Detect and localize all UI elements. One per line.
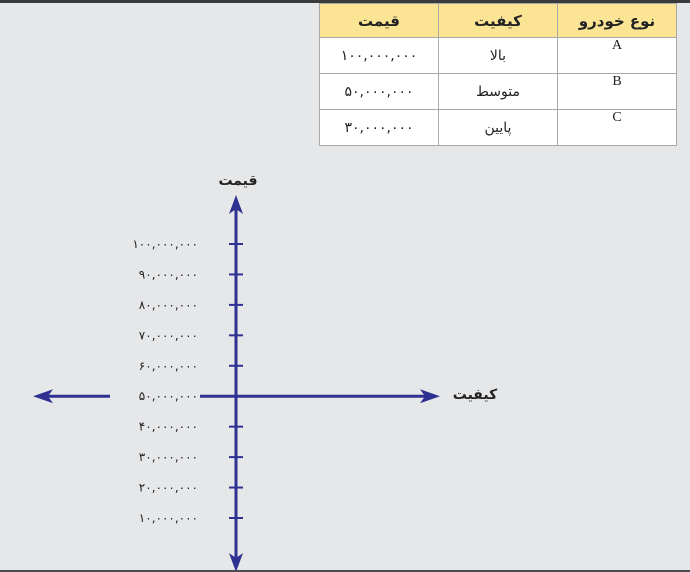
y-tick-label: ۷۰,۰۰۰,۰۰۰ — [139, 328, 198, 342]
y-tick-label: ۶۰,۰۰۰,۰۰۰ — [139, 359, 198, 373]
y-tick-label: ۸۰,۰۰۰,۰۰۰ — [139, 298, 198, 312]
y-tick-label: ۹۰,۰۰۰,۰۰۰ — [139, 267, 198, 281]
y-ticks: ۱۰۰,۰۰۰,۰۰۰ ۹۰,۰۰۰,۰۰۰ ۸۰,۰۰۰,۰۰۰ ۷۰,۰۰۰,۰۰… — [132, 237, 243, 525]
axes — [33, 195, 440, 572]
y-axis-title: قیمت — [218, 173, 257, 189]
price-quality-chart: ۱۰۰,۰۰۰,۰۰۰ ۹۰,۰۰۰,۰۰۰ ۸۰,۰۰۰,۰۰۰ ۷۰,۰۰۰,۰۰… — [33, 173, 498, 572]
y-tick-label: ۵۰,۰۰۰,۰۰۰ — [139, 389, 198, 403]
x-axis-title: کیفیت — [453, 387, 498, 403]
y-tick-label: ۴۰,۰۰۰,۰۰۰ — [139, 420, 198, 434]
y-tick-label: ۱۰۰,۰۰۰,۰۰۰ — [132, 237, 198, 251]
y-tick-label: ۳۰,۰۰۰,۰۰۰ — [139, 450, 198, 464]
y-tick-label: ۱۰,۰۰۰,۰۰۰ — [139, 511, 198, 525]
y-tick-label: ۲۰,۰۰۰,۰۰۰ — [139, 481, 198, 495]
